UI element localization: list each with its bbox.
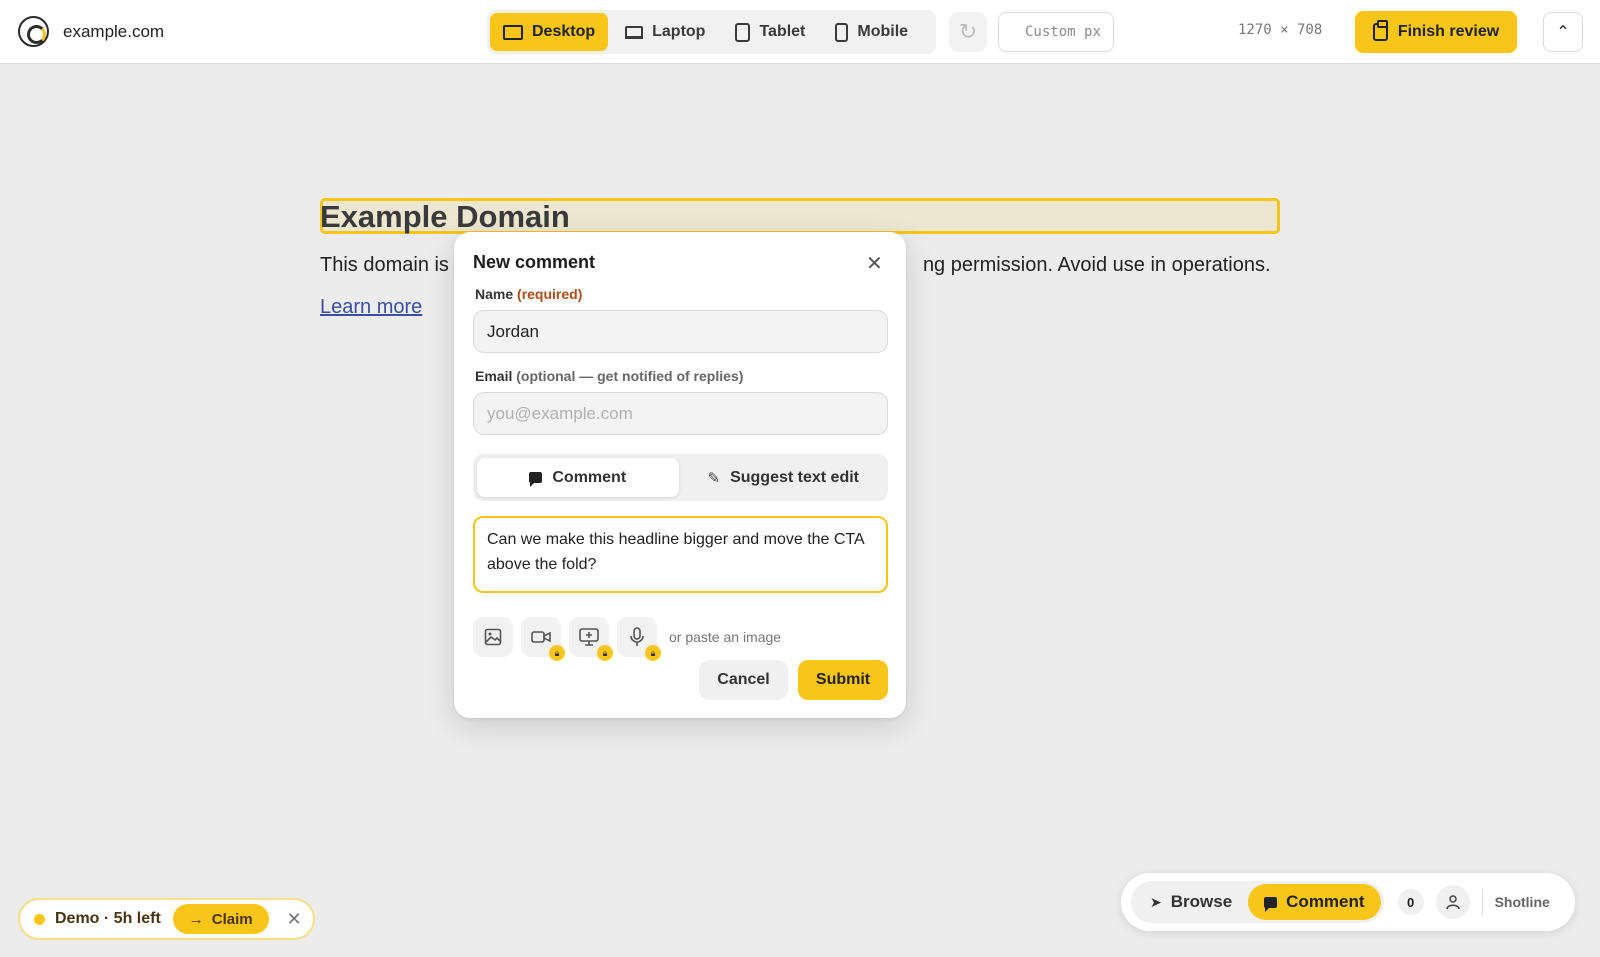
site-identity: example.com <box>18 16 164 47</box>
claim-button[interactable]: → Claim <box>172 904 269 934</box>
desktop-icon <box>503 24 523 40</box>
site-logo-icon <box>18 16 49 47</box>
email-label-text: Email <box>475 368 513 384</box>
required-marker: (required) <box>517 286 583 302</box>
page-paragraph-start: This domain is <box>320 254 449 276</box>
paste-hint: or paste an image <box>669 629 782 645</box>
browse-mode-button[interactable]: ➤ Browse <box>1134 884 1248 920</box>
tab-suggest-label: Suggest text edit <box>730 468 859 486</box>
device-laptop-button[interactable]: Laptop <box>612 13 718 51</box>
finish-review-label: Finish review <box>1397 23 1500 40</box>
submit-button[interactable]: Submit <box>798 660 888 700</box>
cursor-icon: ➤ <box>1150 893 1162 910</box>
attachment-tools: 🔒︎ 🔒︎ 🔒︎ or paste an image <box>473 617 782 661</box>
reload-button[interactable]: ↻ <box>949 12 987 52</box>
page-title: Example Domain <box>320 199 570 234</box>
comment-mode-label: Comment <box>1286 892 1365 911</box>
clipboard-check-icon <box>1372 20 1388 41</box>
close-icon[interactable]: ✕ <box>866 251 883 276</box>
microphone-icon <box>630 627 644 646</box>
comment-count-badge[interactable]: 0 <box>1397 889 1424 915</box>
attach-image-button[interactable] <box>473 617 513 657</box>
arrow-right-icon: → <box>188 910 204 928</box>
screen-record-icon <box>579 628 599 646</box>
name-label: Name (required) <box>475 286 582 302</box>
user-icon[interactable] <box>1435 885 1470 919</box>
record-screen-button[interactable]: 🔒︎ <box>569 617 613 661</box>
dialog-title: New comment <box>473 252 596 272</box>
email-label: Email (optional — get notified of replie… <box>475 368 743 384</box>
cancel-button[interactable]: Cancel <box>699 660 788 700</box>
person-icon <box>1445 895 1460 910</box>
tab-comment[interactable]: Comment <box>477 458 679 497</box>
pencil-icon: ✎ <box>707 469 721 487</box>
device-label: Desktop <box>532 23 596 40</box>
device-label: Tablet <box>759 23 806 40</box>
mode-toolbar: ➤ Browse Comment 0 Shotline <box>1121 873 1575 931</box>
custom-size-unit: px <box>1084 24 1101 40</box>
claim-label: Claim <box>211 910 253 928</box>
custom-size-input[interactable]: Custom px <box>998 12 1114 52</box>
name-label-text: Name <box>475 286 514 302</box>
record-audio-button[interactable]: 🔒︎ <box>617 617 661 661</box>
comment-mode-button[interactable]: Comment <box>1248 884 1381 920</box>
learn-more-link[interactable]: Learn more <box>320 296 422 319</box>
laptop-icon <box>625 25 644 39</box>
record-video-button[interactable]: 🔒︎ <box>521 617 565 661</box>
page-paragraph-end: ng permission. Avoid use in operations. <box>922 254 1271 276</box>
device-label: Mobile <box>857 23 909 40</box>
mode-switcher: ➤ Browse Comment <box>1131 881 1384 923</box>
divider <box>1481 889 1483 915</box>
tab-suggest-edit[interactable]: ✎ Suggest text edit <box>683 458 885 497</box>
device-desktop-button[interactable]: Desktop <box>490 13 609 51</box>
site-domain: example.com <box>63 21 165 41</box>
mobile-icon <box>835 22 849 42</box>
custom-size-placeholder: Custom <box>1025 24 1076 40</box>
comment-textarea[interactable] <box>473 516 888 593</box>
device-switcher: Desktop Laptop Tablet Mobile <box>487 10 936 54</box>
chevron-up-icon: ⌃ <box>1556 24 1570 41</box>
device-mobile-button[interactable]: Mobile <box>822 13 921 51</box>
comment-bubble-icon <box>1264 896 1278 912</box>
image-icon <box>484 628 502 646</box>
comment-type-tabs: Comment ✎ Suggest text edit <box>473 454 888 501</box>
finish-review-button[interactable]: Finish review <box>1355 11 1517 53</box>
lock-icon: 🔒︎ <box>549 645 565 661</box>
top-toolbar: example.com Desktop Laptop Tablet Mobile… <box>0 0 1600 64</box>
device-tablet-button[interactable]: Tablet <box>722 13 818 51</box>
email-hint: (optional — get notified of replies) <box>516 368 744 384</box>
collapse-toolbar-button[interactable]: ⌃ <box>1543 12 1583 52</box>
demo-status: Demo · 5h left <box>55 910 161 927</box>
comment-bubble-icon <box>529 472 543 487</box>
name-field[interactable] <box>473 310 888 353</box>
lock-icon: 🔒︎ <box>597 645 613 661</box>
tab-comment-label: Comment <box>552 468 627 486</box>
status-dot-icon <box>34 913 45 925</box>
tablet-icon <box>735 22 751 42</box>
reload-icon: ↻ <box>958 19 978 44</box>
brand-name[interactable]: Shotline <box>1495 894 1550 910</box>
new-comment-dialog: New comment ✕ Name (required) Email (opt… <box>454 232 906 718</box>
viewport-dimensions: 1270 × 708 <box>1238 22 1323 38</box>
close-icon[interactable]: ✕ <box>287 909 302 930</box>
browse-label: Browse <box>1170 892 1233 911</box>
video-camera-icon <box>531 631 551 643</box>
email-field[interactable] <box>473 392 888 435</box>
demo-banner: Demo · 5h left → Claim ✕ <box>18 898 315 940</box>
lock-icon: 🔒︎ <box>645 645 661 661</box>
device-label: Laptop <box>652 23 706 40</box>
